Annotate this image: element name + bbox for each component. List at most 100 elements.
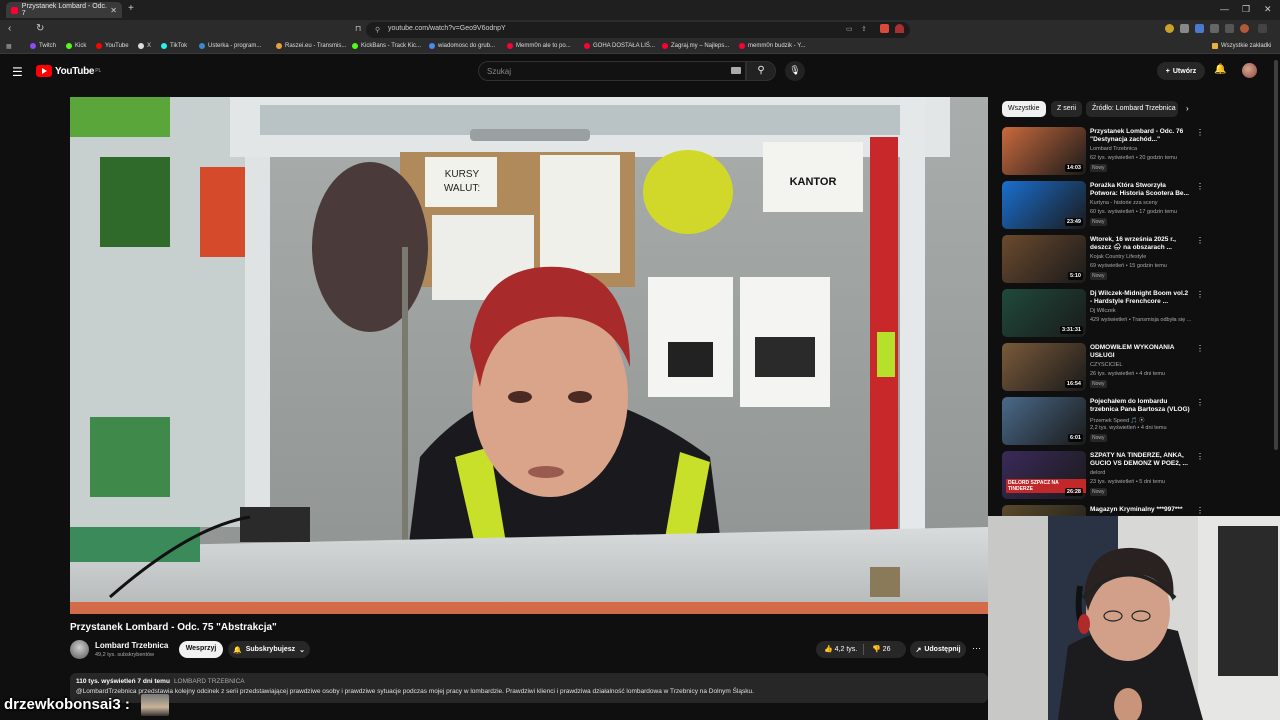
bookmark-wiadomosc[interactable]: wiadomosc do grub...	[429, 43, 495, 49]
recommendation-channel[interactable]: Przemek Speed 🎵 ⦿	[1090, 416, 1200, 424]
recommendation-channel[interactable]: Kojak Country Lifestyle	[1090, 254, 1200, 260]
recommendation-thumbnail[interactable]: 16:54	[1002, 343, 1086, 391]
chip-all[interactable]: Wszystkie	[1002, 101, 1046, 117]
bookmark-goha[interactable]: GOHA DOSTAŁA LIŚ...	[584, 43, 655, 49]
channel-avatar[interactable]	[70, 640, 89, 659]
dislike-button[interactable]: 👎 26	[872, 645, 890, 653]
chip-source[interactable]: Źródło: Lombard Trzebnica	[1086, 101, 1178, 117]
new-tab-icon[interactable]: +	[128, 3, 134, 14]
channel-name[interactable]: Lombard Trzebnica	[95, 641, 168, 650]
back-icon[interactable]: ‹	[8, 23, 11, 34]
chevron-right-icon[interactable]: ›	[1186, 104, 1189, 113]
search-input[interactable]: Szukaj	[478, 61, 746, 81]
keyboard-icon[interactable]	[731, 67, 741, 74]
recommendation-channel[interactable]: Dj Wilczek	[1090, 308, 1200, 314]
recommendation-title[interactable]: Pojechałem do lombardu trzebnica Pana Ba…	[1090, 398, 1192, 414]
extension-icon-2[interactable]	[1180, 24, 1189, 33]
extension-icon-1[interactable]	[1165, 24, 1174, 33]
more-options-icon[interactable]: ⋮	[1196, 236, 1204, 245]
recommendation-item[interactable]: 6:01 Pojechałem do lombardu trzebnica Pan…	[1002, 397, 1204, 449]
recommendation-channel[interactable]: Kurtyna - historie zza sceny	[1090, 200, 1200, 206]
recommendation-thumbnail[interactable]: 3:31:31	[1002, 289, 1086, 337]
sidebar-icon[interactable]	[1225, 24, 1234, 33]
notifications-bell-icon[interactable]: 🔔	[1214, 64, 1226, 75]
recommendation-thumbnail[interactable]: DELORD SZPACZ NA TINDERZE 26:28	[1002, 451, 1086, 499]
more-options-icon[interactable]: ⋮	[1196, 290, 1204, 299]
close-window-icon[interactable]: ✕	[1264, 4, 1272, 15]
cast-icon[interactable]: ▭	[846, 25, 853, 33]
account-avatar[interactable]	[1242, 63, 1257, 78]
chip-series[interactable]: Z serii	[1051, 101, 1083, 117]
recommendation-channel[interactable]: CZYŚCICIEL	[1090, 362, 1200, 368]
recommendation-item[interactable]: DELORD SZPACZ NA TINDERZE 26:28 SZPATY NA …	[1002, 451, 1204, 503]
more-options-icon[interactable]: ⋮	[1196, 398, 1204, 407]
bookmark-memm0n[interactable]: Memm0n ale to po...	[507, 43, 571, 49]
site-info-icon[interactable]: ⚲	[375, 26, 380, 34]
browser-tab[interactable]: Przystanek Lombard - Odc. 7 ✕	[6, 2, 122, 18]
more-options-icon[interactable]: ⋮	[1196, 128, 1204, 137]
close-tab-icon[interactable]: ✕	[110, 6, 117, 15]
recommendation-item[interactable]: 16:54 ODMÓWIŁEM WYKONANIA USŁUGI CZYŚCICIE…	[1002, 343, 1204, 395]
extension-icon-3[interactable]	[1195, 24, 1204, 33]
recommendation-item[interactable]: 5:10 Wtorek, 16 września 2025 r., deszcz …	[1002, 235, 1204, 287]
more-actions-icon[interactable]: ⋯	[972, 643, 981, 654]
recommendation-item[interactable]: 14:03 Przystanek Lombard - Odc. 76 "Desty…	[1002, 127, 1204, 179]
channel-tag[interactable]: LOMBARD TRZEBNICA	[174, 678, 245, 685]
address-bar[interactable]: ⚲ youtube.com/watch?v=Geo9V6odnpY	[366, 22, 910, 38]
recommendation-title[interactable]: Przystanek Lombard - Odc. 76 "Destynacja…	[1090, 128, 1192, 144]
support-button[interactable]: Wesprzyj	[179, 641, 223, 658]
recommendation-title[interactable]: Wtorek, 16 września 2025 r., deszcz 🌧 na…	[1090, 236, 1192, 252]
bookmark-budzik[interactable]: memm0n budzik - Y...	[739, 43, 805, 49]
recommendation-channel[interactable]: delord	[1090, 470, 1200, 476]
recommendation-title[interactable]: SZPATY NA TINDERZE, ANKA, GUCIO VS DEMON…	[1090, 452, 1192, 468]
bookmark-youtube[interactable]: YouTube	[96, 43, 129, 49]
recommendation-title[interactable]: Dj Wilczek-Midnight Boom vol.2 - Hardsty…	[1090, 290, 1192, 306]
subscribed-button[interactable]: 🔔 Subskrybujesz ⌄	[228, 641, 310, 658]
extensions-puzzle-icon[interactable]	[1210, 24, 1219, 33]
bookmark-zagraj[interactable]: Zagraj.my – Najleps...	[662, 43, 729, 49]
recommendation-item[interactable]: Magazyn Kryminalny ***997*** ⋮	[1002, 505, 1202, 516]
share-page-icon[interactable]: ⇪	[861, 25, 867, 33]
recommendation-thumbnail[interactable]: 14:03	[1002, 127, 1086, 175]
video-player[interactable]: KURSY WALUT: KANTOR	[70, 97, 988, 614]
voice-search-button[interactable]: 🎙	[785, 61, 805, 81]
create-button[interactable]: + Utwórz	[1157, 62, 1205, 80]
recommendation-item[interactable]: 3:31:31 Dj Wilczek-Midnight Boom vol.2 - …	[1002, 289, 1204, 341]
bookmark-raszei[interactable]: Raszei.eu - Transmis...	[276, 43, 346, 49]
hamburger-menu-icon[interactable]: ☰	[12, 65, 23, 79]
share-button[interactable]: ↗ Udostępnij	[910, 641, 966, 658]
like-button[interactable]: 👍 4,2 tys.	[824, 645, 857, 653]
rewards-icon[interactable]	[895, 24, 904, 33]
recommendation-channel[interactable]: Lombard Trzebnica	[1090, 146, 1200, 152]
bookmark-kick[interactable]: Kick	[66, 43, 86, 49]
recommendation-title[interactable]: Magazyn Kryminalny ***997***	[1090, 506, 1192, 514]
maximize-icon[interactable]: ❐	[1242, 4, 1250, 15]
profile-icon[interactable]	[1240, 24, 1249, 33]
recommendation-item[interactable]: 23:49 Porażka Która Stworzyła Potwora: Hi…	[1002, 181, 1204, 233]
recommendation-title[interactable]: ODMÓWIŁEM WYKONANIA USŁUGI	[1090, 344, 1192, 360]
more-options-icon[interactable]: ⋮	[1196, 506, 1202, 515]
bookmark-icon[interactable]: ⊓	[355, 24, 361, 33]
minimize-icon[interactable]: —	[1220, 4, 1229, 14]
brave-shield-icon[interactable]	[880, 24, 889, 33]
reload-icon[interactable]: ↻	[36, 23, 44, 34]
bookmark-kickbans[interactable]: KickBans - Track Kic...	[352, 43, 421, 49]
recommendation-title[interactable]: Porażka Która Stworzyła Potwora: Histori…	[1090, 182, 1192, 198]
recommendation-thumbnail[interactable]: 5:10	[1002, 235, 1086, 283]
more-options-icon[interactable]: ⋮	[1196, 182, 1204, 191]
more-options-icon[interactable]: ⋮	[1196, 452, 1204, 461]
apps-icon[interactable]: ▦	[6, 43, 12, 50]
bookmark-twitch[interactable]: Twitch	[30, 43, 56, 49]
search-button[interactable]: ⚲	[746, 61, 776, 81]
bookmark-x[interactable]: X	[138, 43, 151, 49]
recommendation-thumbnail[interactable]: 23:49	[1002, 181, 1086, 229]
page-scrollbar[interactable]	[1274, 60, 1278, 450]
bookmark-tiktok[interactable]: TikTok	[161, 43, 187, 49]
youtube-logo[interactable]: YouTube PL	[36, 65, 101, 77]
menu-icon[interactable]	[1258, 24, 1267, 33]
bookmark-usterka[interactable]: Usterka - program...	[199, 43, 261, 49]
more-options-icon[interactable]: ⋮	[1196, 344, 1204, 353]
recommendation-thumbnail[interactable]	[1002, 505, 1086, 516]
all-bookmarks-folder[interactable]: Wszystkie zakładki	[1212, 43, 1271, 49]
recommendation-thumbnail[interactable]: 6:01	[1002, 397, 1086, 445]
